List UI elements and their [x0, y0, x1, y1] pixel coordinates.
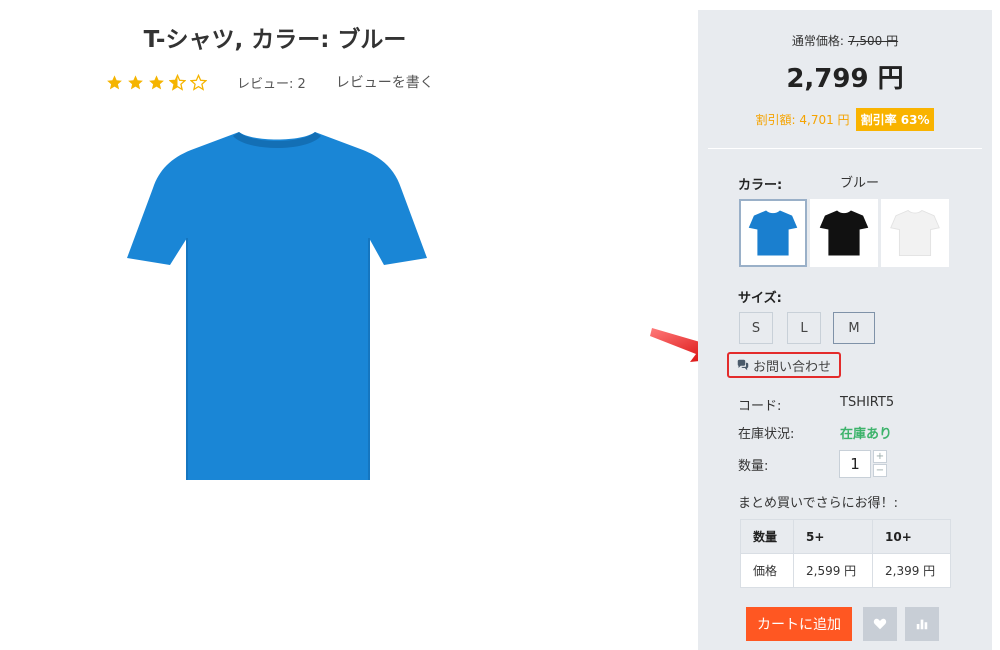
add-to-cart-button[interactable]: カートに追加: [746, 607, 852, 641]
table-row: 数量 5+ 10+: [740, 519, 951, 554]
regular-price-value: 7,500 円: [847, 34, 899, 48]
table-cell: 2,399 円: [872, 553, 951, 588]
size-option-l[interactable]: L: [787, 312, 821, 344]
table-cell: 2,599 円: [793, 553, 873, 588]
review-count[interactable]: レビュー: 2: [237, 73, 306, 92]
discount-amount: 割引額: 4,701 円: [755, 113, 850, 127]
star-full-icon: [107, 74, 122, 89]
size-label: サイズ:: [738, 291, 782, 306]
stock-label: 在庫状況:: [738, 427, 795, 442]
bar-chart-icon: [916, 619, 928, 630]
color-swatch-blue[interactable]: [739, 199, 807, 267]
tshirt-white-icon: [890, 209, 940, 256]
star-half-icon: [169, 73, 186, 91]
heart-icon: [873, 618, 887, 630]
star-full-icon: [128, 74, 143, 89]
code-value: TSHIRT5: [840, 395, 895, 410]
quantity-input[interactable]: 1: [839, 450, 871, 478]
code-label: コード:: [738, 399, 782, 414]
bulk-price-table: 数量 5+ 10+ 価格 2,599 円 2,399 円: [740, 519, 951, 588]
regular-price: 通常価格: 7,500 円: [791, 34, 899, 48]
write-review-link[interactable]: レビューを書く: [336, 72, 434, 92]
quantity-decrease-button[interactable]: −: [873, 464, 887, 477]
discount-row: 割引額: 4,701 円 割引率 63%: [698, 108, 992, 131]
purchase-panel: 通常価格: 7,500 円 2,799 円 割引額: 4,701 円 割引率 63…: [698, 10, 992, 650]
inquiry-label: お問い合わせ: [753, 359, 832, 375]
color-label: カラー:: [738, 178, 783, 193]
table-cell: 価格: [740, 553, 794, 588]
compare-button[interactable]: [905, 607, 939, 641]
quantity-increase-button[interactable]: +: [873, 450, 887, 463]
bulk-discount-label: まとめ買いでさらにお得！:: [738, 496, 898, 511]
selected-color: ブルー: [840, 176, 880, 191]
tshirt-blue-icon: [748, 210, 798, 256]
rating-row: レビュー: 2 レビューを書く: [106, 72, 434, 92]
table-cell: 5+: [793, 519, 873, 554]
current-price: 2,799 円: [786, 64, 904, 94]
star-empty-icon: [190, 73, 207, 91]
wishlist-button[interactable]: [863, 607, 897, 641]
size-option-s[interactable]: S: [739, 312, 773, 344]
table-row: 価格 2,599 円 2,399 円: [740, 553, 951, 588]
stock-status: 在庫あり: [840, 427, 893, 442]
product-title: T-シャツ, カラー: ブルー: [143, 27, 407, 53]
star-rating: [106, 73, 207, 91]
divider: [708, 148, 982, 149]
inquiry-button[interactable]: お問い合わせ: [727, 352, 841, 378]
chat-bubble-icon: [737, 359, 749, 371]
tshirt-black-icon: [819, 210, 869, 256]
product-image-tshirt-blue: [127, 132, 427, 480]
color-swatch-black[interactable]: [810, 199, 878, 267]
table-cell: 数量: [740, 519, 794, 554]
color-swatch-white[interactable]: [881, 199, 949, 267]
size-option-m[interactable]: M: [833, 312, 875, 344]
quantity-label: 数量:: [738, 459, 769, 474]
discount-rate-badge: 割引率 63%: [855, 108, 935, 131]
table-cell: 10+: [872, 519, 951, 554]
star-full-icon: [149, 74, 164, 89]
